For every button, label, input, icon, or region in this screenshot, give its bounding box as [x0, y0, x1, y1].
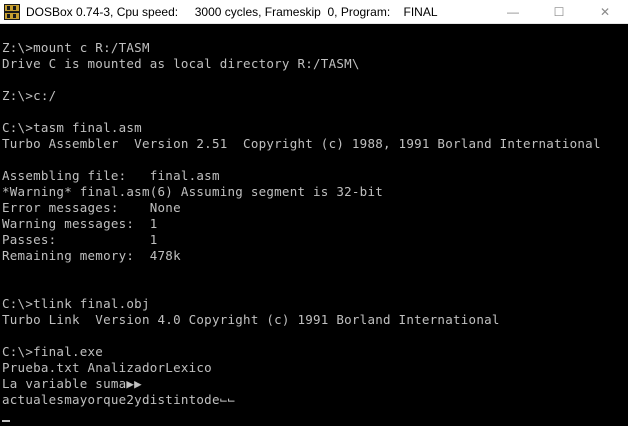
console-line: C:\>tlink final.obj — [2, 296, 150, 311]
close-icon: ✕ — [599, 4, 611, 19]
close-button[interactable]: ✕ — [582, 0, 628, 24]
dosbox-window: DOSBox 0.74-3, Cpu speed: 3000 cycles, F… — [0, 0, 628, 426]
window-controls: — ☐ ✕ — [490, 0, 628, 24]
dosbox-icon[interactable] — [4, 3, 20, 20]
console-line: Assembling file: final.asm — [2, 168, 220, 183]
dos-console[interactable]: Z:\>mount c R:/TASM Drive C is mounted a… — [0, 40, 628, 426]
console-line: La variable suma▶▶ — [2, 376, 142, 391]
title-bar[interactable]: DOSBox 0.74-3, Cpu speed: 3000 cycles, F… — [0, 0, 628, 24]
window-title: DOSBox 0.74-3, Cpu speed: 3000 cycles, F… — [26, 4, 438, 19]
console-line: *Warning* final.asm(6) Assuming segment … — [2, 184, 384, 199]
console-line: C:\>tasm final.asm — [2, 120, 142, 135]
minimize-button[interactable]: — — [490, 0, 536, 24]
console-line: Turbo Link Version 4.0 Copyright (c) 199… — [2, 312, 500, 327]
console-line: Drive C is mounted as local directory R:… — [2, 56, 360, 71]
text-cursor — [2, 420, 10, 422]
maximize-icon: ☐ — [553, 4, 565, 19]
console-line: Z:\>c:/ — [2, 88, 57, 103]
console-line: Turbo Assembler Version 2.51 Copyright (… — [2, 136, 601, 151]
console-line: Remaining memory: 478k — [2, 248, 181, 263]
console-line: Warning messages: 1 — [2, 216, 158, 231]
console-line: Z:\>mount c R:/TASM — [2, 40, 150, 55]
minimize-icon: — — [507, 4, 519, 19]
maximize-button[interactable]: ☐ — [536, 0, 582, 24]
console-line: Passes: 1 — [2, 232, 158, 247]
console-line: actualesmayorque2ydistintode⌙⌙ — [2, 392, 236, 407]
console-line: Prueba.txt AnalizadorLexico — [2, 360, 212, 375]
console-line: Error messages: None — [2, 200, 181, 215]
console-line: C:\>final.exe — [2, 344, 104, 359]
